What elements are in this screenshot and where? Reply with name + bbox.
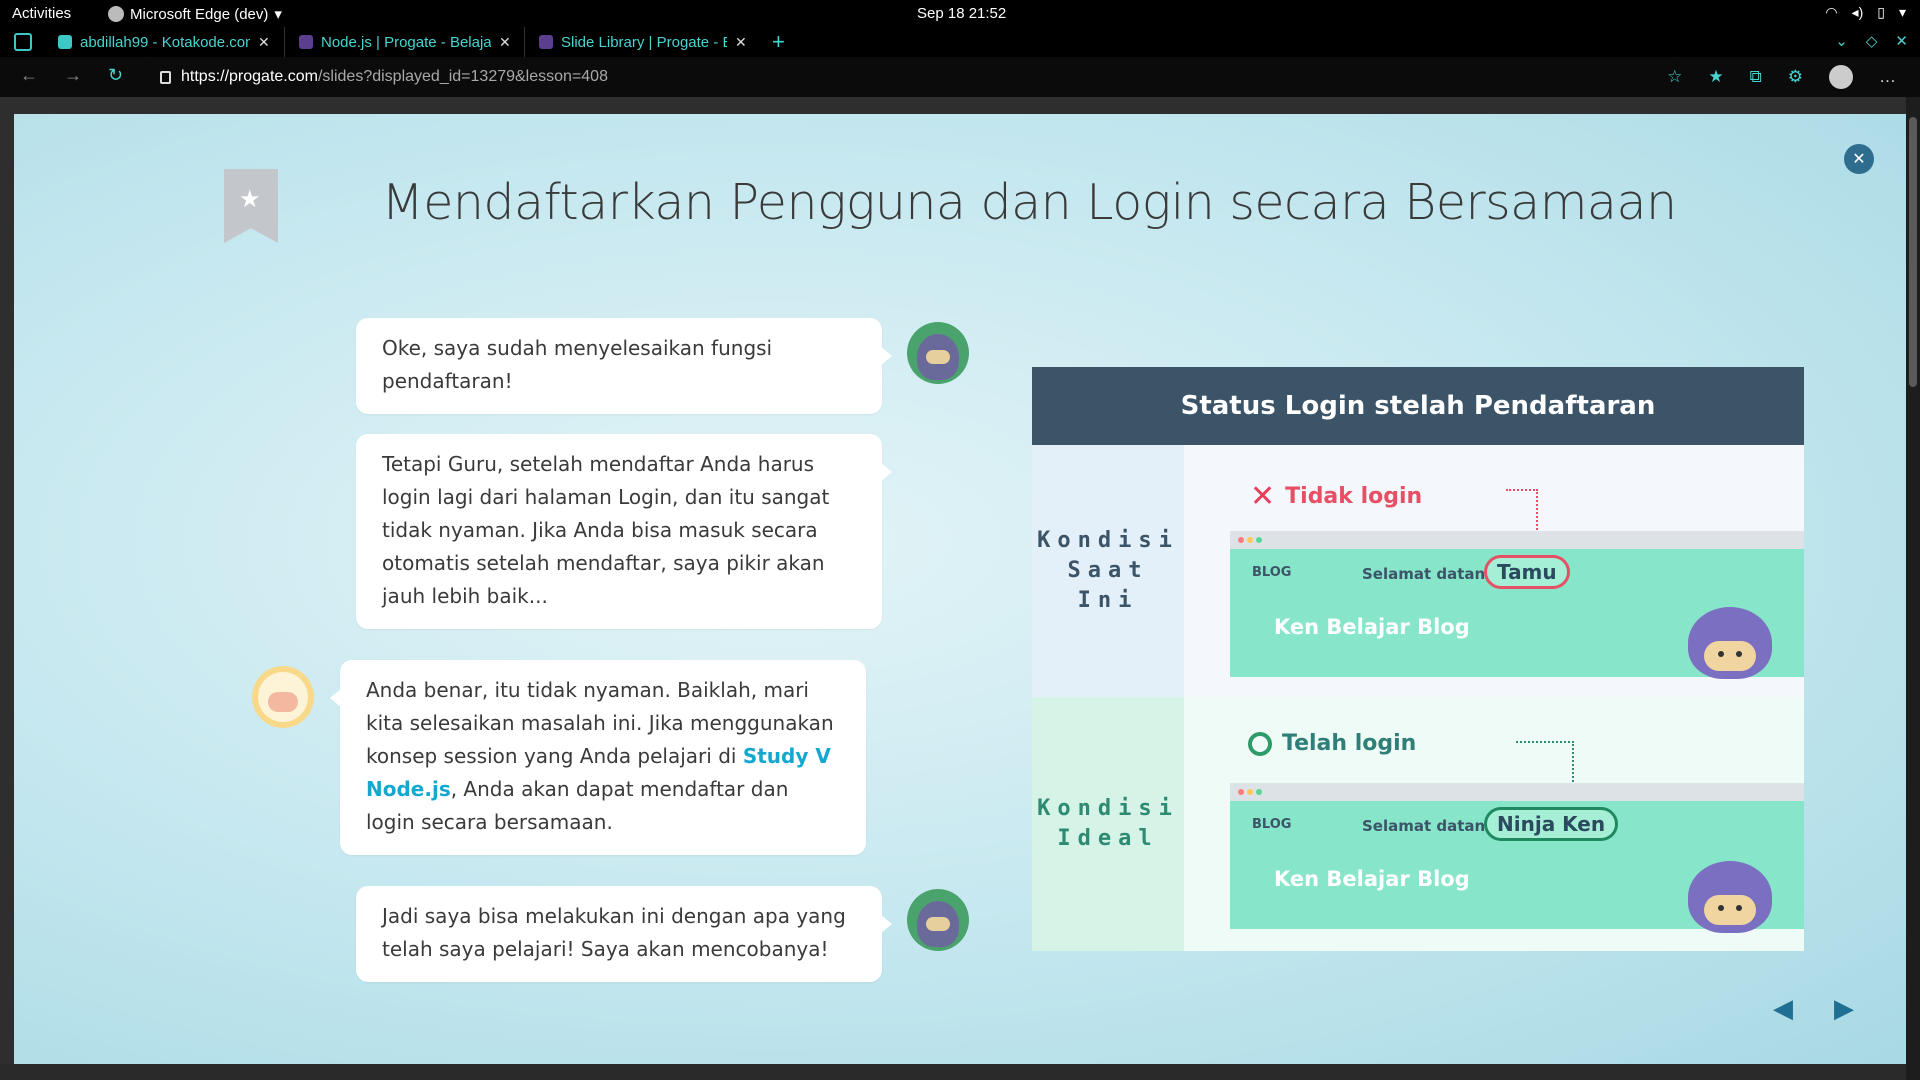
tab-title: abdillah99 - Kotakode.com bbox=[80, 33, 250, 51]
tab-title: Node.js | Progate - Belajar bbox=[321, 33, 491, 51]
power-menu-icon: ▾ bbox=[1898, 4, 1906, 20]
close-slide-button[interactable]: ✕ bbox=[1844, 144, 1874, 174]
toolbar-actions: ☆ ★ ⧉ ⚙ … bbox=[1667, 65, 1896, 89]
bottom-scroll-strip bbox=[0, 1064, 1906, 1080]
blog-title: Ken Belajar Blog bbox=[1274, 867, 1470, 891]
sheep-guru-avatar bbox=[252, 666, 314, 728]
status-logged-in: Telah login bbox=[1248, 731, 1416, 756]
progate-favicon bbox=[539, 35, 553, 49]
row-label-current: Kondisi Saat Ini bbox=[1032, 445, 1184, 697]
collections-icon[interactable]: ⧉ bbox=[1750, 67, 1762, 87]
forward-icon[interactable]: → bbox=[64, 65, 82, 86]
blog-tag: BLOG bbox=[1252, 817, 1292, 832]
status-text: Tidak login bbox=[1285, 484, 1423, 509]
login-status-diagram: Status Login stelah Pendaftaran Kondisi … bbox=[1032, 367, 1804, 951]
slide-modal: ★ Mendaftarkan Pengguna dan Login secara… bbox=[14, 114, 1906, 1064]
chat-bubble-ken-3: Jadi saya bisa melakukan ini dengan apa … bbox=[356, 886, 892, 982]
next-slide-icon[interactable]: ▶ bbox=[1834, 994, 1854, 1024]
cross-icon: ✕ bbox=[1250, 479, 1276, 514]
wifi-icon: ◠ bbox=[1825, 4, 1838, 20]
address-bar-row: ← → ↻ https://progate.com/slides?display… bbox=[0, 57, 1920, 97]
url-host: https://progate.com bbox=[181, 68, 318, 85]
progate-favicon bbox=[299, 35, 313, 49]
tab-slide-library[interactable]: Slide Library | Progate - B ✕ bbox=[524, 27, 764, 57]
scrollbar-thumb[interactable] bbox=[1909, 117, 1917, 387]
tab-nodejs-progate[interactable]: Node.js | Progate - Belajar ✕ bbox=[284, 27, 524, 57]
new-tab-button[interactable]: + bbox=[772, 29, 785, 55]
edge-icon bbox=[108, 6, 124, 22]
clock[interactable]: Sep 18 21:52 bbox=[917, 5, 1006, 22]
tab-title: Slide Library | Progate - B bbox=[561, 33, 727, 51]
page-scrollbar[interactable] bbox=[1906, 97, 1920, 1080]
chevron-down-icon: ▾ bbox=[274, 6, 282, 23]
system-tray[interactable]: ◠ ◂) ▯ ▾ bbox=[1825, 4, 1906, 21]
back-icon[interactable]: ← bbox=[20, 65, 38, 86]
lock-icon[interactable] bbox=[160, 70, 171, 84]
blog-tag: BLOG bbox=[1252, 565, 1292, 580]
blog-title: Ken Belajar Blog bbox=[1274, 615, 1470, 639]
kotakode-favicon bbox=[58, 35, 72, 49]
bookmark-button[interactable]: ★ bbox=[224, 169, 278, 243]
favorites-icon[interactable]: ★ bbox=[1708, 67, 1723, 87]
chat-bubble-guru: Anda benar, itu tidak nyaman. Baiklah, m… bbox=[330, 660, 866, 855]
volume-icon: ◂) bbox=[1851, 4, 1864, 20]
refresh-icon[interactable]: ↻ bbox=[108, 65, 123, 86]
system-top-bar: Activities Microsoft Edge (dev) ▾ Sep 18… bbox=[0, 0, 1920, 27]
mock-window-chrome bbox=[1230, 783, 1804, 801]
close-window-icon[interactable]: ✕ bbox=[1895, 32, 1908, 50]
ninja-ken-illustration bbox=[1688, 607, 1772, 687]
app-menu[interactable]: Microsoft Edge (dev) ▾ bbox=[108, 5, 282, 23]
minimize-icon[interactable]: ◇ bbox=[1866, 32, 1878, 50]
status-text: Telah login bbox=[1282, 731, 1417, 756]
address-bar[interactable]: https://progate.com/slides?displayed_id=… bbox=[148, 62, 1676, 92]
activities-button[interactable]: Activities bbox=[12, 5, 71, 22]
battery-icon: ▯ bbox=[1877, 4, 1885, 20]
user-name-guest: Tamu bbox=[1484, 555, 1570, 589]
mock-window-chrome bbox=[1230, 531, 1804, 549]
url-path: /slides?displayed_id=13279&lesson=408 bbox=[317, 68, 608, 85]
add-favorite-icon[interactable]: ☆ bbox=[1667, 67, 1682, 87]
welcome-text: Selamat datang, bbox=[1362, 817, 1502, 835]
chat-bubble-ken-1: Oke, saya sudah menyelesaikan fungsi pen… bbox=[356, 318, 892, 414]
tab-strip: abdillah99 - Kotakode.com ✕ Node.js | Pr… bbox=[0, 27, 1920, 57]
diagram-header: Status Login stelah Pendaftaran bbox=[1032, 367, 1804, 445]
tab-search-icon[interactable]: ⌄ bbox=[1835, 32, 1848, 50]
profile-avatar[interactable] bbox=[1829, 65, 1853, 89]
status-not-logged-in: ✕ Tidak login bbox=[1250, 479, 1422, 514]
more-menu-icon[interactable]: … bbox=[1879, 67, 1896, 87]
row-label-ideal: Kondisi Ideal bbox=[1032, 697, 1184, 951]
star-icon: ★ bbox=[239, 185, 261, 213]
chat-bubble-ken-2: Tetapi Guru, setelah mendaftar Anda haru… bbox=[356, 434, 892, 629]
close-icon[interactable]: ✕ bbox=[258, 34, 270, 51]
ninja-ken-avatar bbox=[907, 889, 969, 951]
tab-actions-icon[interactable] bbox=[14, 33, 32, 51]
circle-icon bbox=[1248, 731, 1272, 756]
window-controls: ⌄ ◇ ✕ bbox=[1835, 32, 1908, 50]
close-icon[interactable]: ✕ bbox=[499, 34, 511, 51]
user-name-ninja: Ninja Ken bbox=[1484, 807, 1619, 841]
close-icon[interactable]: ✕ bbox=[735, 34, 747, 51]
previous-slide-icon[interactable]: ◀ bbox=[1773, 994, 1793, 1024]
extensions-icon[interactable]: ⚙ bbox=[1788, 67, 1803, 87]
tab-kotakode[interactable]: abdillah99 - Kotakode.com ✕ bbox=[44, 27, 284, 57]
slide-title: Mendaftarkan Pengguna dan Login secara B… bbox=[381, 174, 1677, 231]
welcome-text: Selamat datang, bbox=[1362, 565, 1502, 583]
ninja-ken-avatar bbox=[907, 322, 969, 384]
app-name: Microsoft Edge (dev) bbox=[130, 5, 269, 23]
ninja-ken-illustration bbox=[1688, 861, 1772, 941]
